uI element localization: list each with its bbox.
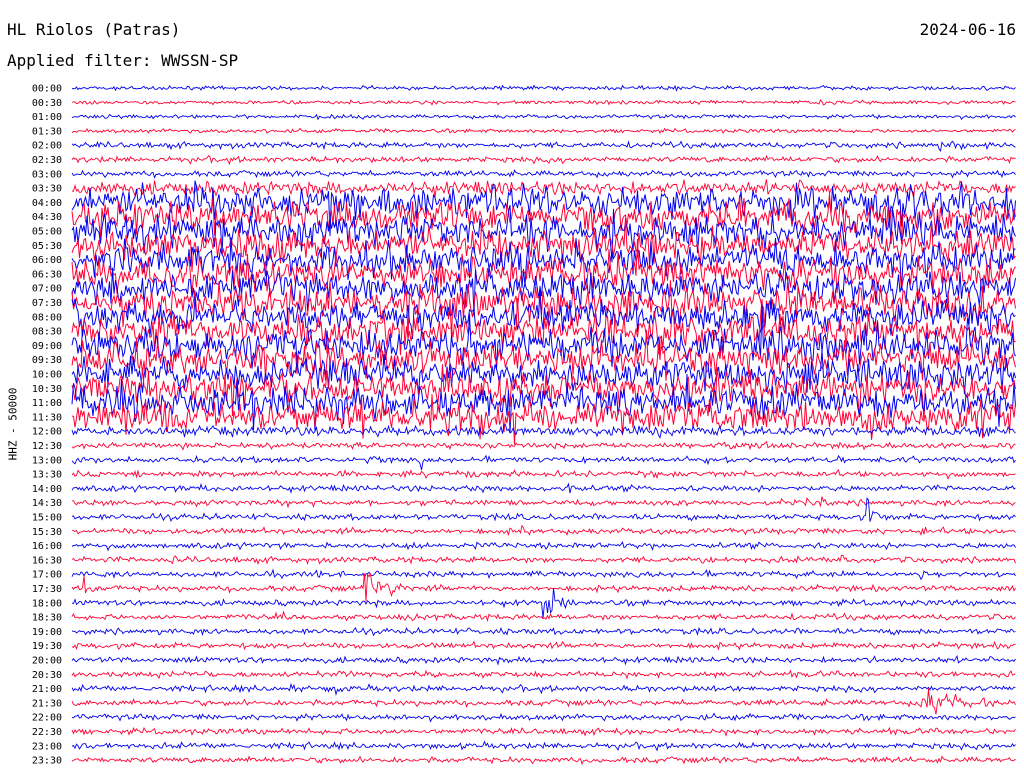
trace-row-1630 xyxy=(71,554,1016,566)
tick-label: 06:00 xyxy=(32,255,62,266)
trace-row-0030 xyxy=(71,99,1016,106)
tick-label: 14:30 xyxy=(32,498,62,509)
tick-label: 01:30 xyxy=(32,126,62,137)
trace-row-0100 xyxy=(71,113,1016,121)
tick-label: 13:30 xyxy=(32,470,62,481)
tick-label: 08:00 xyxy=(32,312,62,323)
trace-row-1430 xyxy=(71,496,1016,509)
trace-row-2100 xyxy=(71,682,1016,696)
trace-row-1530 xyxy=(71,524,1016,537)
trace-row-0230 xyxy=(71,154,1016,166)
tick-label: 21:00 xyxy=(32,684,62,695)
tick-label: 02:00 xyxy=(32,141,62,152)
tick-label: 23:00 xyxy=(32,741,62,752)
trace-row-1330 xyxy=(71,469,1016,480)
tick-label: 09:00 xyxy=(32,341,62,352)
helicorder-plot: 00:00 00:30 01:00 01:30 02:00 02:30 03:00 03:30… xyxy=(32,84,1016,767)
tick-label: 00:00 xyxy=(32,84,62,95)
tick-label: 03:00 xyxy=(32,169,62,180)
tick-label: 17:00 xyxy=(32,570,62,581)
trace-row-2000 xyxy=(71,654,1016,666)
tick-label: 16:00 xyxy=(32,541,62,552)
trace-row-1730 xyxy=(71,572,1016,602)
tick-label: 09:30 xyxy=(32,355,62,366)
trace-row-2200 xyxy=(71,712,1016,723)
tick-label: 19:30 xyxy=(32,641,62,652)
tick-label: 13:00 xyxy=(32,455,62,466)
trace-row-1400 xyxy=(71,482,1016,494)
tick-label-group: 00:00 00:30 01:00 01:30 02:00 02:30 03:00 03:30… xyxy=(32,84,62,767)
tick-label: 05:30 xyxy=(32,241,62,252)
tick-label: 15:30 xyxy=(32,527,62,538)
tick-label: 12:30 xyxy=(32,441,62,452)
trace-row-1600 xyxy=(71,541,1016,552)
trace-row-1700 xyxy=(71,568,1016,581)
tick-label: 11:30 xyxy=(32,412,62,423)
tick-label: 23:30 xyxy=(32,756,62,767)
tick-label: 10:00 xyxy=(32,370,62,381)
trace-row-2030 xyxy=(71,669,1016,680)
tick-label: 06:30 xyxy=(32,269,62,280)
trace-row-0300 xyxy=(71,169,1016,179)
tick-label: 18:30 xyxy=(32,613,62,624)
trace-row-2300 xyxy=(71,740,1016,752)
trace-row-1300 xyxy=(71,454,1016,471)
tick-label: 16:30 xyxy=(32,555,62,566)
trace-row-0130 xyxy=(71,127,1016,134)
tick-label: 19:00 xyxy=(32,627,62,638)
tick-label: 04:00 xyxy=(32,198,62,209)
tick-label: 04:30 xyxy=(32,212,62,223)
tick-label: 15:00 xyxy=(32,513,62,524)
tick-label: 08:30 xyxy=(32,327,62,338)
tick-label: 02:30 xyxy=(32,155,62,166)
tick-label: 18:00 xyxy=(32,598,62,609)
trace-group xyxy=(71,84,1016,766)
tick-label: 07:00 xyxy=(32,284,62,295)
trace-row-1900 xyxy=(71,626,1016,637)
trace-row-1930 xyxy=(71,640,1016,651)
trace-row-2230 xyxy=(71,726,1016,737)
trace-row-1200 xyxy=(71,424,1016,439)
trace-row-2330 xyxy=(71,755,1016,766)
tick-label: 01:00 xyxy=(32,112,62,123)
tick-label: 22:30 xyxy=(32,727,62,738)
tick-label: 21:30 xyxy=(32,698,62,709)
tick-label: 14:00 xyxy=(32,484,62,495)
tick-label: 03:30 xyxy=(32,184,62,195)
trace-row-1230 xyxy=(71,440,1016,451)
tick-label: 07:30 xyxy=(32,298,62,309)
tick-label: 20:30 xyxy=(32,670,62,681)
tick-label: 11:00 xyxy=(32,398,62,409)
tick-label: 12:00 xyxy=(32,427,62,438)
trace-row-1800 xyxy=(71,588,1016,619)
trace-row-0200 xyxy=(71,140,1016,153)
tick-label: 22:00 xyxy=(32,713,62,724)
tick-label: 10:30 xyxy=(32,384,62,395)
trace-row-0000 xyxy=(71,84,1016,92)
trace-row-2130 xyxy=(71,688,1016,715)
tick-label: 05:00 xyxy=(32,227,62,238)
tick-label: 00:30 xyxy=(32,98,62,109)
tick-label: 20:00 xyxy=(32,656,62,667)
tick-label: 17:30 xyxy=(32,584,62,595)
